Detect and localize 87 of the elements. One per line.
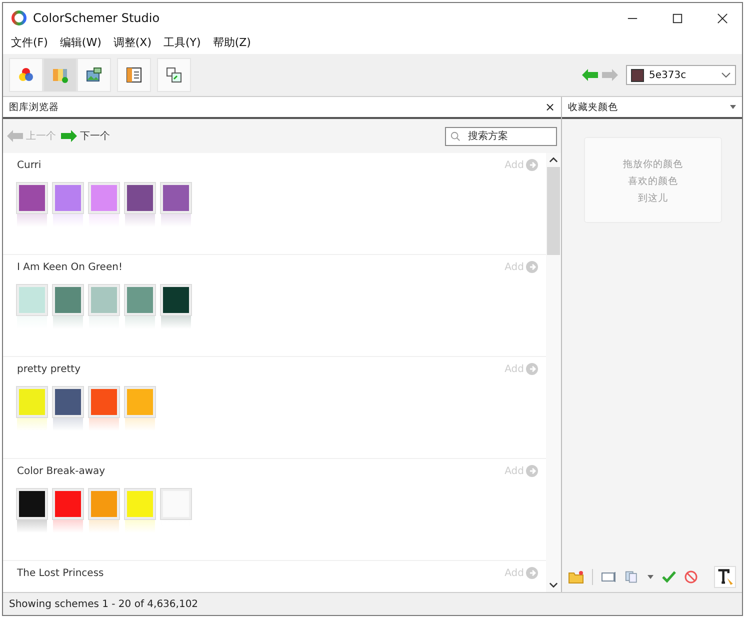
swatch-reflection — [125, 213, 155, 227]
convert-tool-button[interactable] — [157, 58, 191, 92]
color-dropdown[interactable]: 5e373c — [626, 65, 736, 85]
dropdown-arrow-icon[interactable] — [730, 105, 736, 109]
color-swatch[interactable] — [89, 489, 119, 519]
drop-hint: 喜欢的颜色 — [628, 175, 678, 188]
swatch-reflection — [89, 213, 119, 227]
prohibited-icon[interactable] — [684, 570, 698, 584]
text-frame-icon[interactable] — [601, 570, 617, 584]
swatch-reflection — [89, 315, 119, 329]
color-swatch[interactable] — [53, 489, 83, 519]
close-icon[interactable] — [717, 12, 728, 24]
scheme-name: pretty pretty — [17, 364, 80, 374]
color-swatch[interactable] — [125, 489, 155, 519]
color-swatch[interactable] — [89, 387, 119, 417]
search-icon — [450, 130, 461, 142]
arrow-circle-icon — [526, 261, 538, 273]
arrow-circle-icon — [526, 363, 538, 375]
color-swatch[interactable] — [89, 183, 119, 213]
color-swatch[interactable] — [53, 285, 83, 315]
swatch-reflection — [53, 315, 83, 329]
maximize-icon[interactable] — [672, 12, 683, 24]
arrow-circle-icon — [526, 159, 538, 171]
chevron-down-icon — [721, 72, 731, 78]
color-swatch[interactable] — [89, 285, 119, 315]
drop-hint: 到这儿 — [638, 192, 668, 205]
swatch-reflection — [89, 519, 119, 533]
back-arrow-icon — [7, 130, 23, 142]
panel-title: 图库浏览器 — [9, 100, 59, 114]
forward-arrow-icon[interactable] — [61, 130, 77, 142]
gallery-tool-button[interactable] — [117, 58, 151, 92]
status-text: Showing schemes 1 - 20 of 4,636,102 — [9, 598, 198, 610]
color-swatch[interactable] — [17, 183, 47, 213]
app-logo-icon — [11, 10, 27, 26]
color-swatch[interactable] — [161, 489, 191, 519]
back-arrow-icon[interactable] — [582, 69, 598, 81]
search-field[interactable]: 搜索方案 — [445, 126, 557, 146]
copy-icon[interactable] — [625, 570, 639, 584]
scroll-up-icon[interactable] — [549, 157, 558, 163]
swatch-reflection — [89, 417, 119, 431]
color-swatch[interactable] — [125, 183, 155, 213]
scheme-name: I Am Keen On Green! — [17, 262, 122, 272]
scheme-name: Color Break-away — [17, 466, 106, 476]
menu-item[interactable]: 工具(Y) — [164, 35, 201, 50]
next-link[interactable]: 下一个 — [80, 129, 110, 143]
swatch-reflection — [53, 213, 83, 227]
window-title: ColorSchemer Studio — [33, 11, 160, 25]
swatch-reflection — [53, 417, 83, 431]
scheme-name: The Lost Princess — [17, 568, 104, 578]
color-swatch[interactable] — [125, 387, 155, 417]
document-icon — [124, 65, 144, 85]
close-panel-button[interactable]: × — [544, 100, 555, 114]
arrow-circle-icon — [526, 465, 538, 477]
color-swatch[interactable] — [17, 387, 47, 417]
arrow-circle-icon — [526, 567, 538, 579]
color-swatch[interactable] — [17, 285, 47, 315]
color-swatch[interactable] — [161, 183, 191, 213]
text-tool-icon[interactable] — [714, 566, 736, 588]
overlapping-squares-icon — [164, 65, 184, 85]
scroll-down-icon[interactable] — [549, 582, 558, 588]
panel-title: 收藏夹颜色 — [568, 100, 618, 114]
folder-icon[interactable] — [568, 570, 584, 584]
color-swatch[interactable] — [53, 387, 83, 417]
dropdown-arrow-icon[interactable] — [647, 575, 654, 579]
menu-item[interactable]: 调整(X) — [113, 35, 152, 50]
swatch-reflection — [17, 519, 47, 533]
swatch-reflection — [161, 213, 191, 227]
scrollbar-thumb[interactable] — [547, 167, 560, 255]
color-swatch[interactable] — [161, 285, 191, 315]
scheme-name: Curri — [17, 160, 42, 170]
drop-hint: 拖放你的颜色 — [623, 158, 683, 171]
check-icon[interactable] — [662, 571, 676, 583]
swatch-reflection — [125, 519, 155, 533]
swatch-reflection — [53, 519, 83, 533]
swatch-reflection — [125, 417, 155, 431]
image-tool-button[interactable] — [77, 58, 111, 92]
swatch-reflection — [125, 315, 155, 329]
color-swatch[interactable] — [17, 489, 47, 519]
color-swatch[interactable] — [53, 183, 83, 213]
swatch-reflection — [17, 417, 47, 431]
menu-item[interactable]: 帮助(Z) — [212, 35, 251, 50]
color-swatch[interactable] — [125, 285, 155, 315]
menu-item[interactable]: 编辑(W) — [60, 35, 102, 50]
menu-item[interactable]: 文件(F) — [11, 35, 48, 50]
swatch-reflection — [17, 213, 47, 227]
swatch-reflection — [161, 315, 191, 329]
wheel-tool-button[interactable] — [9, 58, 43, 92]
